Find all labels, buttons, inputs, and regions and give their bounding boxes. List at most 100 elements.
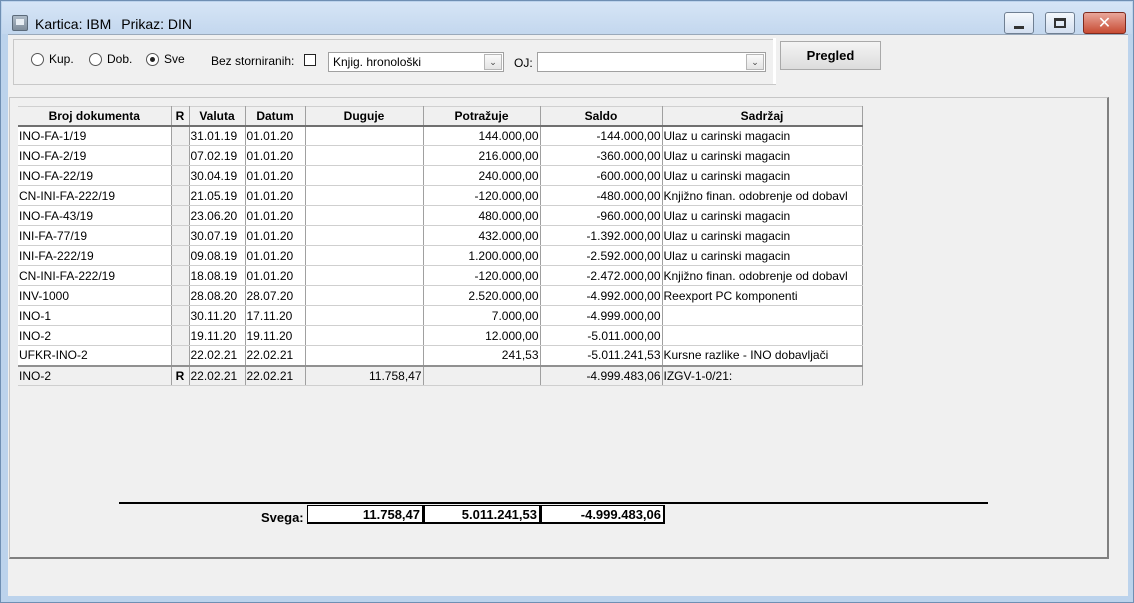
table-cell[interactable]: 22.02.21 — [189, 364, 246, 386]
col-r[interactable]: R — [171, 106, 190, 127]
table-cell[interactable]: 22.02.21 — [245, 345, 306, 366]
table-cell[interactable]: 01.01.20 — [245, 125, 306, 146]
table-cell[interactable]: CN-INI-FA-222/19 — [18, 265, 172, 286]
col-potrazuje[interactable]: Potražuje — [423, 106, 541, 127]
table-cell[interactable] — [305, 145, 424, 166]
table-cell[interactable] — [171, 225, 190, 246]
table-cell[interactable]: INV-1000 — [18, 285, 172, 306]
oj-select[interactable]: ⌄ — [537, 52, 766, 72]
table-cell[interactable]: INO-2 — [18, 364, 172, 386]
table-cell[interactable]: INO-FA-43/19 — [18, 205, 172, 226]
table-cell[interactable]: 11.758,47 — [305, 364, 424, 386]
table-row[interactable]: INV-1000 28.08.20 28.07.20 2.520.000,00 -4.9… — [18, 285, 863, 306]
table-cell[interactable]: -1.392.000,00 — [540, 225, 663, 246]
table-cell[interactable]: 17.11.20 — [245, 305, 306, 326]
table-cell[interactable]: 216.000,00 — [423, 145, 541, 166]
table-cell[interactable] — [305, 185, 424, 206]
table-cell[interactable]: 30.04.19 — [189, 165, 246, 186]
table-cell[interactable]: -5.011.000,00 — [540, 325, 663, 346]
radio-sve[interactable]: Sve — [146, 52, 185, 66]
table-cell[interactable] — [662, 325, 863, 346]
col-datum[interactable]: Datum — [245, 106, 306, 127]
table-cell[interactable] — [171, 325, 190, 346]
table-cell[interactable] — [305, 125, 424, 146]
table-cell[interactable]: Ulaz u carinski magacin — [662, 125, 863, 146]
table-cell[interactable]: -4.992.000,00 — [540, 285, 663, 306]
col-broj-dokumenta[interactable]: Broj dokumenta — [18, 106, 172, 127]
table-row[interactable]: INO-FA-22/19 30.04.19 01.01.20 240.000,00 -6… — [18, 165, 863, 186]
table-cell[interactable]: -600.000,00 — [540, 165, 663, 186]
col-duguje[interactable]: Duguje — [305, 106, 424, 127]
table-cell[interactable]: -2.592.000,00 — [540, 245, 663, 266]
table-cell[interactable]: 144.000,00 — [423, 125, 541, 146]
table-cell[interactable] — [305, 345, 424, 366]
table-row[interactable]: INO-FA-2/19 07.02.19 01.01.20 216.000,00 -36… — [18, 145, 863, 166]
table-cell[interactable]: 09.08.19 — [189, 245, 246, 266]
pregled-button[interactable]: Pregled — [780, 41, 881, 70]
table-cell[interactable]: -120.000,00 — [423, 265, 541, 286]
table-cell[interactable]: 19.11.20 — [245, 325, 306, 346]
table-cell[interactable]: 21.05.19 — [189, 185, 246, 206]
table-row[interactable]: CN-INI-FA-222/19 18.08.19 01.01.20 -120.000… — [18, 265, 863, 286]
maximize-button[interactable] — [1045, 12, 1075, 34]
table-cell[interactable]: 30.07.19 — [189, 225, 246, 246]
table-cell[interactable]: Ulaz u carinski magacin — [662, 245, 863, 266]
table-cell[interactable] — [171, 245, 190, 266]
table-cell[interactable] — [423, 364, 541, 386]
table-cell[interactable]: Ulaz u carinski magacin — [662, 205, 863, 226]
table-cell[interactable]: UFKR-INO-2 — [18, 345, 172, 366]
table-cell[interactable]: 18.08.19 — [189, 265, 246, 286]
minimize-button[interactable] — [1004, 12, 1034, 34]
table-cell[interactable]: 2.520.000,00 — [423, 285, 541, 306]
table-cell[interactable] — [305, 305, 424, 326]
table-cell[interactable]: 01.01.20 — [245, 165, 306, 186]
table-cell[interactable]: -4.999.000,00 — [540, 305, 663, 326]
table-cell[interactable]: 01.01.20 — [245, 265, 306, 286]
table-row[interactable]: INO-1 30.11.20 17.11.20 7.000,00 -4.999.000,… — [18, 305, 863, 326]
table-cell[interactable]: INO-FA-22/19 — [18, 165, 172, 186]
table-row[interactable]: INO-2 R 22.02.21 22.02.21 11.758,47 -4.999.48… — [18, 364, 863, 386]
table-cell[interactable]: -480.000,00 — [540, 185, 663, 206]
table-cell[interactable]: 01.01.20 — [245, 185, 306, 206]
table-cell[interactable]: 241,53 — [423, 345, 541, 366]
table-cell[interactable] — [171, 285, 190, 306]
table-cell[interactable]: 07.02.19 — [189, 145, 246, 166]
table-cell[interactable]: 30.11.20 — [189, 305, 246, 326]
ledger-table[interactable]: Broj dokumenta R Valuta Datum Duguje Pot… — [18, 106, 863, 386]
table-cell[interactable]: 22.02.21 — [189, 345, 246, 366]
table-cell[interactable] — [171, 125, 190, 146]
table-cell[interactable]: -960.000,00 — [540, 205, 663, 226]
table-cell[interactable]: INO-FA-2/19 — [18, 145, 172, 166]
table-cell[interactable]: 1.200.000,00 — [423, 245, 541, 266]
table-row[interactable]: CN-INI-FA-222/19 21.05.19 01.01.20 -120.000… — [18, 185, 863, 206]
table-cell[interactable]: Reexport PC komponenti — [662, 285, 863, 306]
table-cell[interactable] — [171, 145, 190, 166]
close-button[interactable]: ✕ — [1083, 12, 1126, 34]
radio-kup[interactable]: Kup. — [31, 52, 74, 66]
table-cell[interactable]: INI-FA-222/19 — [18, 245, 172, 266]
table-cell[interactable] — [171, 165, 190, 186]
chevron-down-icon[interactable]: ⌄ — [484, 54, 502, 70]
table-cell[interactable]: 12.000,00 — [423, 325, 541, 346]
table-cell[interactable] — [171, 265, 190, 286]
table-cell[interactable]: -120.000,00 — [423, 185, 541, 206]
table-cell[interactable]: Kursne razlike - INO dobavljači — [662, 345, 863, 366]
table-cell[interactable]: 01.01.20 — [245, 145, 306, 166]
table-cell[interactable]: IZGV-1-0/21: — [662, 364, 863, 386]
table-cell[interactable]: -360.000,00 — [540, 145, 663, 166]
table-cell[interactable]: 432.000,00 — [423, 225, 541, 246]
table-cell[interactable]: INO-FA-1/19 — [18, 125, 172, 146]
table-cell[interactable]: Knjižno finan. odobrenje od dobavl — [662, 185, 863, 206]
table-cell[interactable]: -144.000,00 — [540, 125, 663, 146]
table-cell[interactable]: 01.01.20 — [245, 205, 306, 226]
sort-order-select[interactable]: Knjig. hronološki ⌄ — [328, 52, 504, 72]
table-cell[interactable] — [662, 305, 863, 326]
table-cell[interactable]: CN-INI-FA-222/19 — [18, 185, 172, 206]
radio-dob[interactable]: Dob. — [89, 52, 132, 66]
table-cell[interactable]: -5.011.241,53 — [540, 345, 663, 366]
table-cell[interactable] — [171, 205, 190, 226]
table-cell[interactable]: 480.000,00 — [423, 205, 541, 226]
chevron-down-icon[interactable]: ⌄ — [746, 54, 764, 70]
table-cell[interactable] — [171, 185, 190, 206]
table-cell[interactable]: 01.01.20 — [245, 225, 306, 246]
